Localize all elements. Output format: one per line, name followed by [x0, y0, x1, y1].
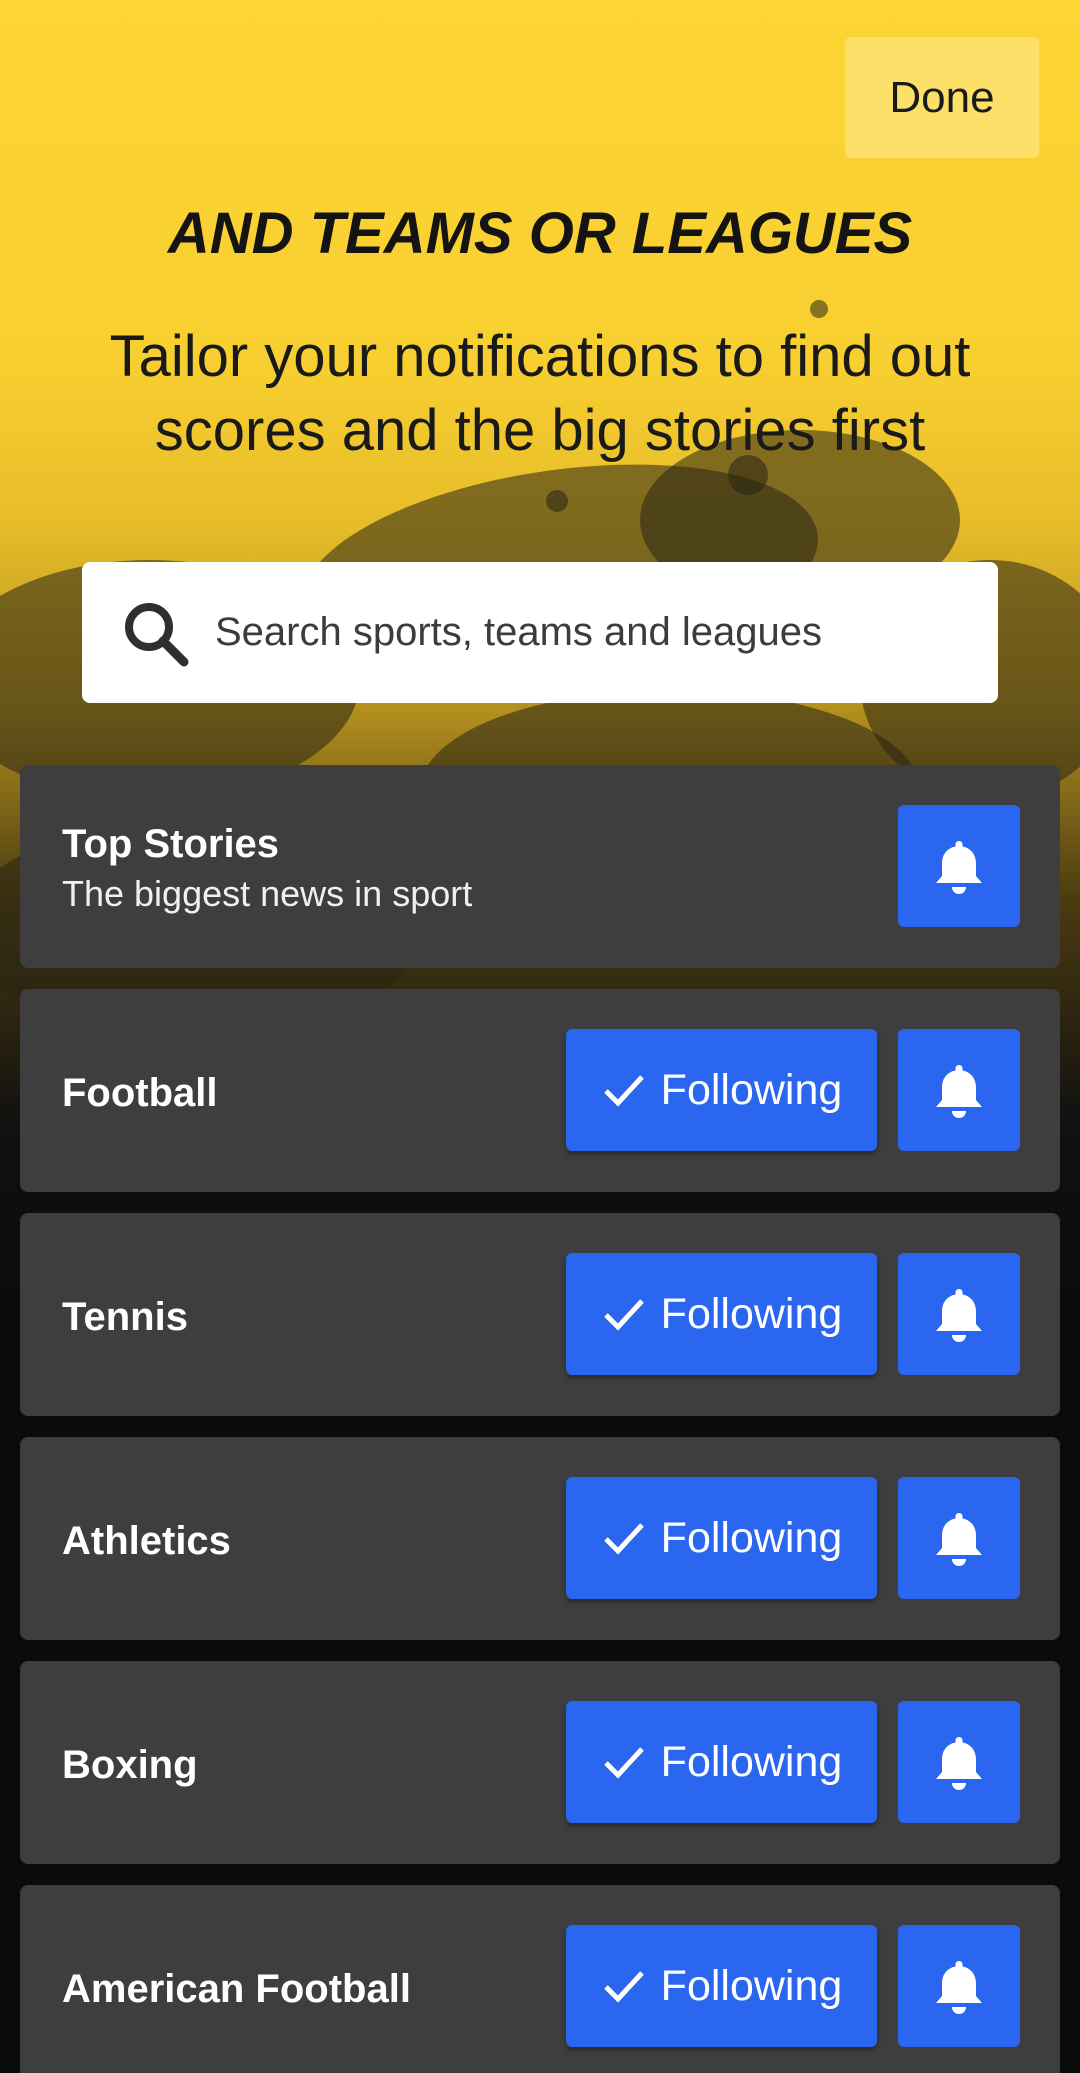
following-label: Following — [660, 1289, 843, 1338]
following-button[interactable]: Following — [566, 1477, 877, 1599]
sport-card-american-football: American Football Following — [20, 1885, 1060, 2073]
search-input[interactable]: Search sports, teams and leagues — [82, 562, 998, 703]
bell-icon — [936, 841, 982, 894]
following-label: Following — [660, 1961, 843, 2010]
bell-icon — [936, 1065, 982, 1118]
following-label: Following — [660, 1737, 843, 1786]
notification-button[interactable] — [898, 1477, 1020, 1599]
top-stories-card: Top Stories The biggest news in sport — [20, 765, 1060, 968]
following-button[interactable]: Following — [566, 1029, 877, 1151]
sport-card-boxing: Boxing Following — [20, 1661, 1060, 1864]
check-icon — [603, 1523, 644, 1555]
following-button[interactable]: Following — [566, 1253, 877, 1375]
top-stories-description: The biggest news in sport — [62, 873, 473, 914]
notification-button[interactable] — [898, 1253, 1020, 1375]
sport-name: American Football — [62, 1967, 411, 2011]
done-button[interactable]: Done — [845, 37, 1039, 158]
bell-icon — [936, 1961, 982, 2014]
bell-icon — [936, 1289, 982, 1342]
check-icon — [603, 1971, 644, 2003]
top-stories-title: Top Stories — [62, 822, 280, 866]
page-subtitle: Tailor your notifications to find out sc… — [109, 324, 971, 463]
following-label: Following — [660, 1065, 843, 1114]
check-icon — [603, 1747, 644, 1779]
sport-name: Boxing — [62, 1743, 198, 1787]
bell-icon — [936, 1737, 982, 1790]
bell-icon — [936, 1513, 982, 1566]
check-icon — [603, 1075, 644, 1107]
sport-card-tennis: Tennis Following — [20, 1213, 1060, 1416]
sport-card-football: Football Following — [20, 989, 1060, 1192]
following-label: Following — [660, 1513, 843, 1562]
check-icon — [603, 1299, 644, 1331]
search-placeholder: Search sports, teams and leagues — [215, 610, 823, 654]
search-icon — [125, 603, 189, 667]
following-button[interactable]: Following — [566, 1701, 877, 1823]
sport-card-athletics: Athletics Following — [20, 1437, 1060, 1640]
following-button[interactable]: Following — [566, 1925, 877, 2047]
sport-name: Athletics — [62, 1519, 231, 1563]
notification-button[interactable] — [898, 1925, 1020, 2047]
page-title: AND TEAMS OR LEAGUES — [167, 201, 913, 266]
sport-name: Football — [62, 1071, 218, 1115]
notification-button[interactable] — [898, 1029, 1020, 1151]
notification-button[interactable] — [898, 1701, 1020, 1823]
sport-name: Tennis — [62, 1295, 188, 1339]
top-stories-notification-button[interactable] — [898, 805, 1020, 927]
